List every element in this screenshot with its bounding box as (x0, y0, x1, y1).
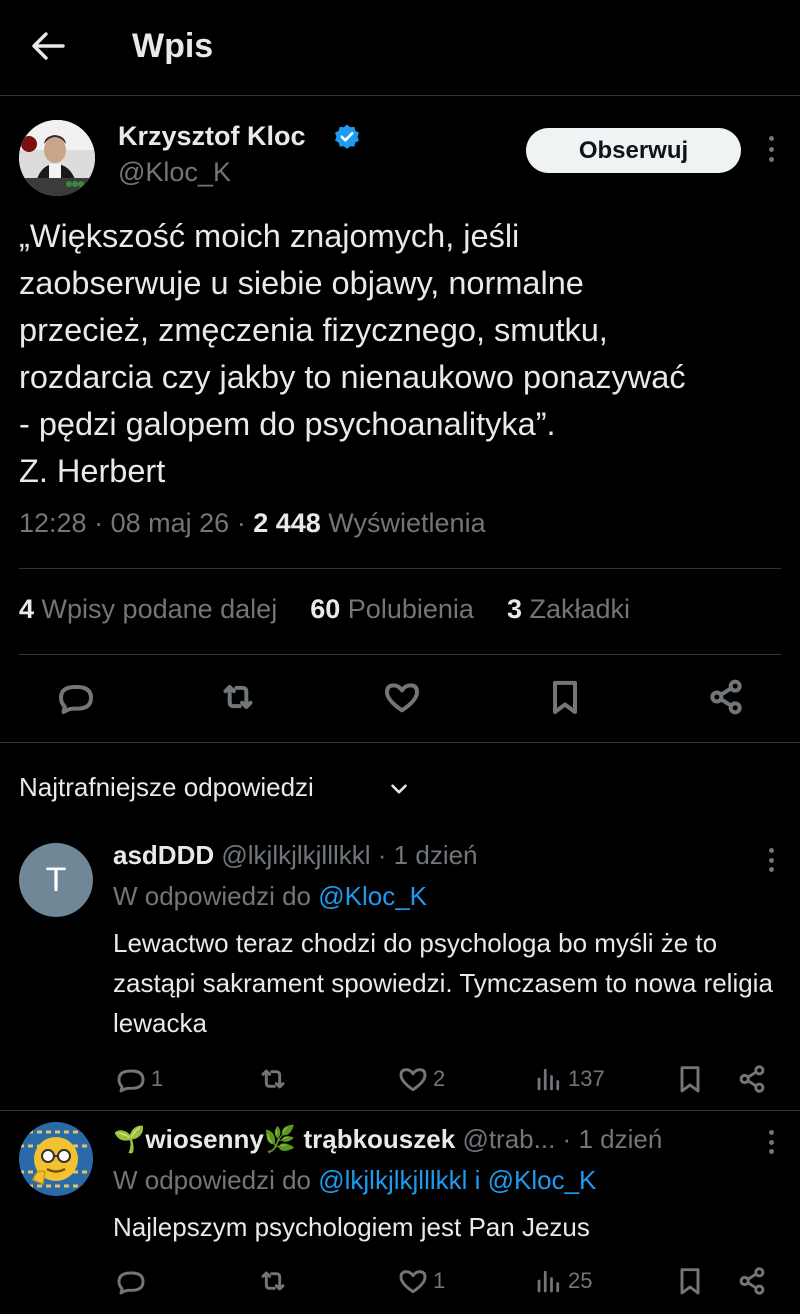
reply-icon[interactable] (53, 674, 99, 720)
reply-author-handle[interactable]: @trab... (462, 1124, 555, 1154)
reply-time[interactable]: 1 dzień (578, 1124, 662, 1154)
tweet-views-label: Wyświetlenia (328, 508, 486, 538)
reply-avatar[interactable]: T (19, 843, 93, 917)
reply-button[interactable]: 1 (115, 1062, 163, 1096)
divider (19, 654, 781, 655)
reply-item[interactable]: T asdDDD @lkjlkjlkjlllkkl · 1 dzień W od… (0, 818, 800, 1108)
reply-author-handle[interactable]: @lkjlkjlkjlllkkl (221, 840, 370, 870)
verified-badge-icon (333, 123, 361, 151)
bookmark-button[interactable] (674, 1264, 706, 1298)
author-avatar[interactable] (19, 120, 95, 196)
like-count: 2 (433, 1066, 446, 1091)
like-icon[interactable] (379, 674, 425, 720)
tweet-views-count: 2 448 (253, 508, 321, 538)
reply-author-name[interactable]: 🌱wiosenny🌿 trąbkouszek (113, 1124, 455, 1154)
herb-emoji: 🌿 (263, 1124, 297, 1154)
reply-header: 🌱wiosenny🌿 trąbkouszek @trab... · 1 dzie… (113, 1124, 663, 1154)
views-count: 25 (568, 1268, 593, 1293)
sort-replies-label[interactable]: Najtrafniejsze odpowiedzi (19, 772, 314, 803)
more-options-icon[interactable] (766, 136, 776, 162)
engagement-stats: 4 Wpisy podane dalej 60 Polubienia 3 Zak… (19, 594, 630, 625)
like-button[interactable]: 1 (397, 1264, 445, 1298)
reply-context: W odpowiedzi do @Kloc_K (113, 881, 428, 911)
reply-text: Najlepszym psychologiem jest Pan Jezus (113, 1212, 590, 1242)
chevron-down-icon[interactable] (386, 776, 412, 802)
reply-header: asdDDD @lkjlkjlkjlllkkl · 1 dzień (113, 840, 478, 870)
tweet-text: „Większość moich znajomych, jeśli zaobse… (19, 218, 686, 489)
tweet-meta: 12:28 · 08 maj 26 · 2 448 Wyświetlenia (19, 508, 486, 538)
page-title: Wpis (132, 27, 214, 65)
seedling-emoji: 🌱 (113, 1124, 146, 1154)
like-count: 1 (433, 1268, 446, 1293)
author-handle[interactable]: @Kloc_K (118, 157, 231, 188)
like-button[interactable]: 2 (397, 1062, 445, 1096)
reply-to-link[interactable]: @lkjlkjlkjlllkkl i @Kloc_K (318, 1165, 596, 1195)
tweet-time[interactable]: 12:28 (19, 508, 87, 538)
tweet-date[interactable]: 08 maj 26 (111, 508, 230, 538)
reposts-stat[interactable]: 4 Wpisy podane dalej (19, 594, 277, 624)
reply-button[interactable] (115, 1264, 151, 1298)
divider (0, 742, 800, 743)
reply-count: 1 (151, 1066, 164, 1091)
bookmark-button[interactable] (674, 1062, 706, 1096)
reply-avatar[interactable] (19, 1122, 93, 1196)
share-button[interactable] (736, 1264, 768, 1298)
share-icon[interactable] (703, 674, 749, 720)
repost-button[interactable] (256, 1062, 290, 1096)
more-options-icon[interactable] (766, 1130, 776, 1154)
repost-icon[interactable] (215, 674, 261, 720)
reply-text: Lewactwo teraz chodzi do psychologa bo m… (113, 928, 773, 1038)
divider (19, 568, 781, 569)
views-button[interactable]: 137 (534, 1062, 605, 1096)
reply-author-name[interactable]: asdDDD (113, 840, 214, 870)
repost-button[interactable] (256, 1264, 290, 1298)
views-button[interactable]: 25 (534, 1264, 592, 1298)
share-button[interactable] (736, 1062, 768, 1096)
reply-to-link[interactable]: @Kloc_K (318, 881, 427, 911)
follow-button[interactable]: Obserwuj (526, 128, 741, 173)
author-name[interactable]: Krzysztof Kloc (118, 121, 306, 152)
likes-stat[interactable]: 60 Polubienia (310, 594, 474, 624)
views-count: 137 (568, 1066, 605, 1091)
bookmark-icon[interactable] (542, 674, 588, 720)
bookmarks-stat[interactable]: 3 Zakładki (507, 594, 630, 624)
top-bar: Wpis (0, 0, 800, 96)
back-arrow-icon[interactable] (26, 26, 70, 66)
reply-time[interactable]: 1 dzień (394, 840, 478, 870)
reply-item[interactable]: 🌱wiosenny🌿 trąbkouszek @trab... · 1 dzie… (0, 1110, 800, 1314)
reply-context: W odpowiedzi do @lkjlkjlkjlllkkl i @Kloc… (113, 1165, 597, 1195)
more-options-icon[interactable] (766, 848, 776, 872)
